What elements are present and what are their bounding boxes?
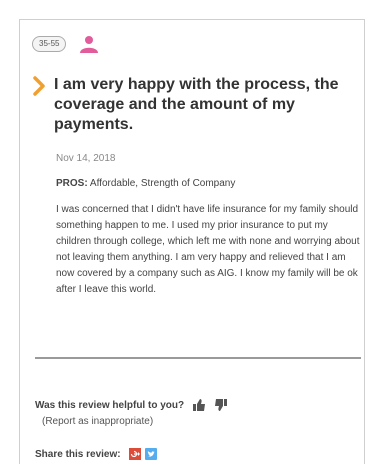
review-title-row: I am very happy with the process, the co…: [32, 75, 362, 135]
review-body: I was concerned that I didn't have life …: [56, 204, 360, 295]
helpful-row: Was this review helpful to you?: [35, 398, 228, 412]
pros-text: Affordable, Strength of Company: [89, 178, 236, 189]
review-card: 35-55 I am very happy with the process, …: [19, 19, 365, 464]
google-plus-icon[interactable]: [128, 448, 141, 460]
share-label: Share this review:: [35, 448, 121, 460]
pros-label: PROS:: [56, 178, 88, 189]
review-date: Nov 14, 2018: [56, 153, 116, 164]
twitter-icon[interactable]: [144, 448, 157, 460]
review-title: I am very happy with the process, the co…: [54, 76, 339, 133]
chevron-right-icon: [32, 76, 46, 96]
review-pros: PROS: Affordable, Strength of Company: [56, 178, 235, 189]
reviewer-meta: 35-55: [32, 34, 100, 54]
share-row: Share this review:: [35, 448, 157, 460]
age-range-badge: 35-55: [32, 36, 67, 52]
thumbs-down-icon[interactable]: [214, 398, 228, 412]
user-icon: [78, 35, 100, 53]
report-link[interactable]: (Report as inappropriate): [42, 416, 153, 427]
thumbs-up-icon[interactable]: [192, 398, 206, 412]
divider: [35, 357, 361, 359]
helpful-question: Was this review helpful to you?: [35, 399, 185, 411]
